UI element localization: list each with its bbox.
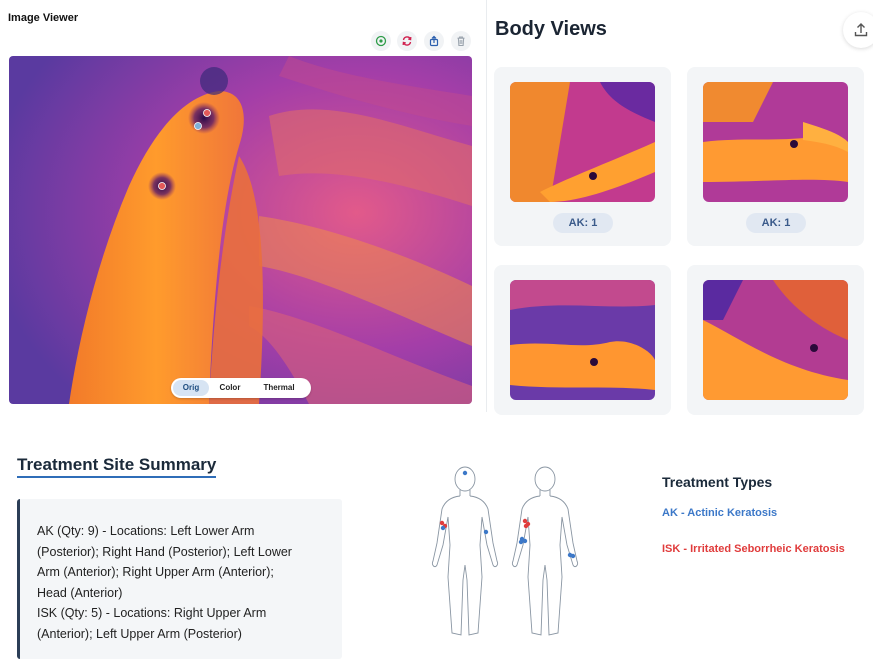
- summary-line: Arm (Anterior); Right Upper Arm (Anterio…: [37, 565, 274, 579]
- treatment-site-summary-title: Treatment Site Summary: [17, 455, 217, 478]
- isk-location-dot: [523, 523, 529, 529]
- ak-location-dot: [518, 539, 524, 545]
- image-viewer-title: Image Viewer: [8, 12, 79, 24]
- body-map-figure: [425, 465, 590, 640]
- thermal-image[interactable]: [9, 56, 472, 404]
- refresh-button[interactable]: [397, 31, 417, 51]
- body-view-thumbnail[interactable]: [703, 82, 848, 202]
- refresh-icon: [402, 36, 412, 46]
- ak-location-dot: [570, 553, 576, 559]
- body-view-thumbnail[interactable]: [703, 280, 848, 400]
- add-marker-button[interactable]: [371, 31, 391, 51]
- ak-location-dot: [522, 538, 528, 544]
- summary-text: AK (Qty: 9) - Locations: Left Lower Arm …: [37, 521, 332, 644]
- body-view-card[interactable]: [687, 265, 864, 415]
- isk-marker[interactable]: [194, 122, 202, 130]
- image-mode-toggle[interactable]: Orig Color Thermal: [171, 378, 311, 398]
- export-button[interactable]: [424, 31, 444, 51]
- annotation-count-chip: AK: 1: [553, 213, 613, 233]
- summary-line: (Posterior); Right Hand (Posterior); Lef…: [37, 544, 292, 559]
- add-circle-icon: [375, 35, 387, 47]
- summary-line: ISK (Qty: 5) - Locations: Right Upper Ar…: [37, 606, 267, 620]
- ak-location-dot: [440, 525, 446, 531]
- upload-icon: [854, 23, 868, 37]
- trash-icon: [457, 36, 465, 47]
- ak-marker[interactable]: [203, 109, 211, 117]
- mode-color-option[interactable]: Color: [209, 380, 251, 396]
- isk-type-legend: ISK - Irritated Seborrheic Keratosis: [662, 543, 845, 555]
- treatment-types-title: Treatment Types: [662, 474, 773, 490]
- summary-line: AK (Qty: 9) - Locations: Left Lower Arm: [37, 524, 255, 538]
- ak-location-dot: [483, 529, 489, 535]
- body-view-card[interactable]: [494, 265, 671, 415]
- body-view-thumbnail[interactable]: [510, 82, 655, 202]
- ak-type-legend: AK - Actinic Keratosis: [662, 507, 778, 519]
- annotation-count-chip: AK: 1: [746, 213, 806, 233]
- export-icon: [429, 35, 439, 47]
- ak-marker[interactable]: [158, 182, 166, 190]
- mode-orig-option[interactable]: Orig: [173, 380, 209, 396]
- body-view-card[interactable]: AK: 1: [494, 67, 671, 246]
- summary-line: (Anterior); Left Upper Arm (Posterior): [37, 626, 242, 641]
- ak-location-dot: [462, 470, 468, 476]
- panel-divider: [486, 0, 487, 412]
- share-button[interactable]: [843, 12, 873, 48]
- body-view-thumbnail[interactable]: [510, 280, 655, 400]
- body-view-card[interactable]: AK: 1: [687, 67, 864, 246]
- mode-thermal-option[interactable]: Thermal: [251, 380, 307, 396]
- summary-line: Head (Anterior): [37, 585, 123, 600]
- body-views-title: Body Views: [495, 18, 607, 40]
- delete-button[interactable]: [451, 31, 471, 51]
